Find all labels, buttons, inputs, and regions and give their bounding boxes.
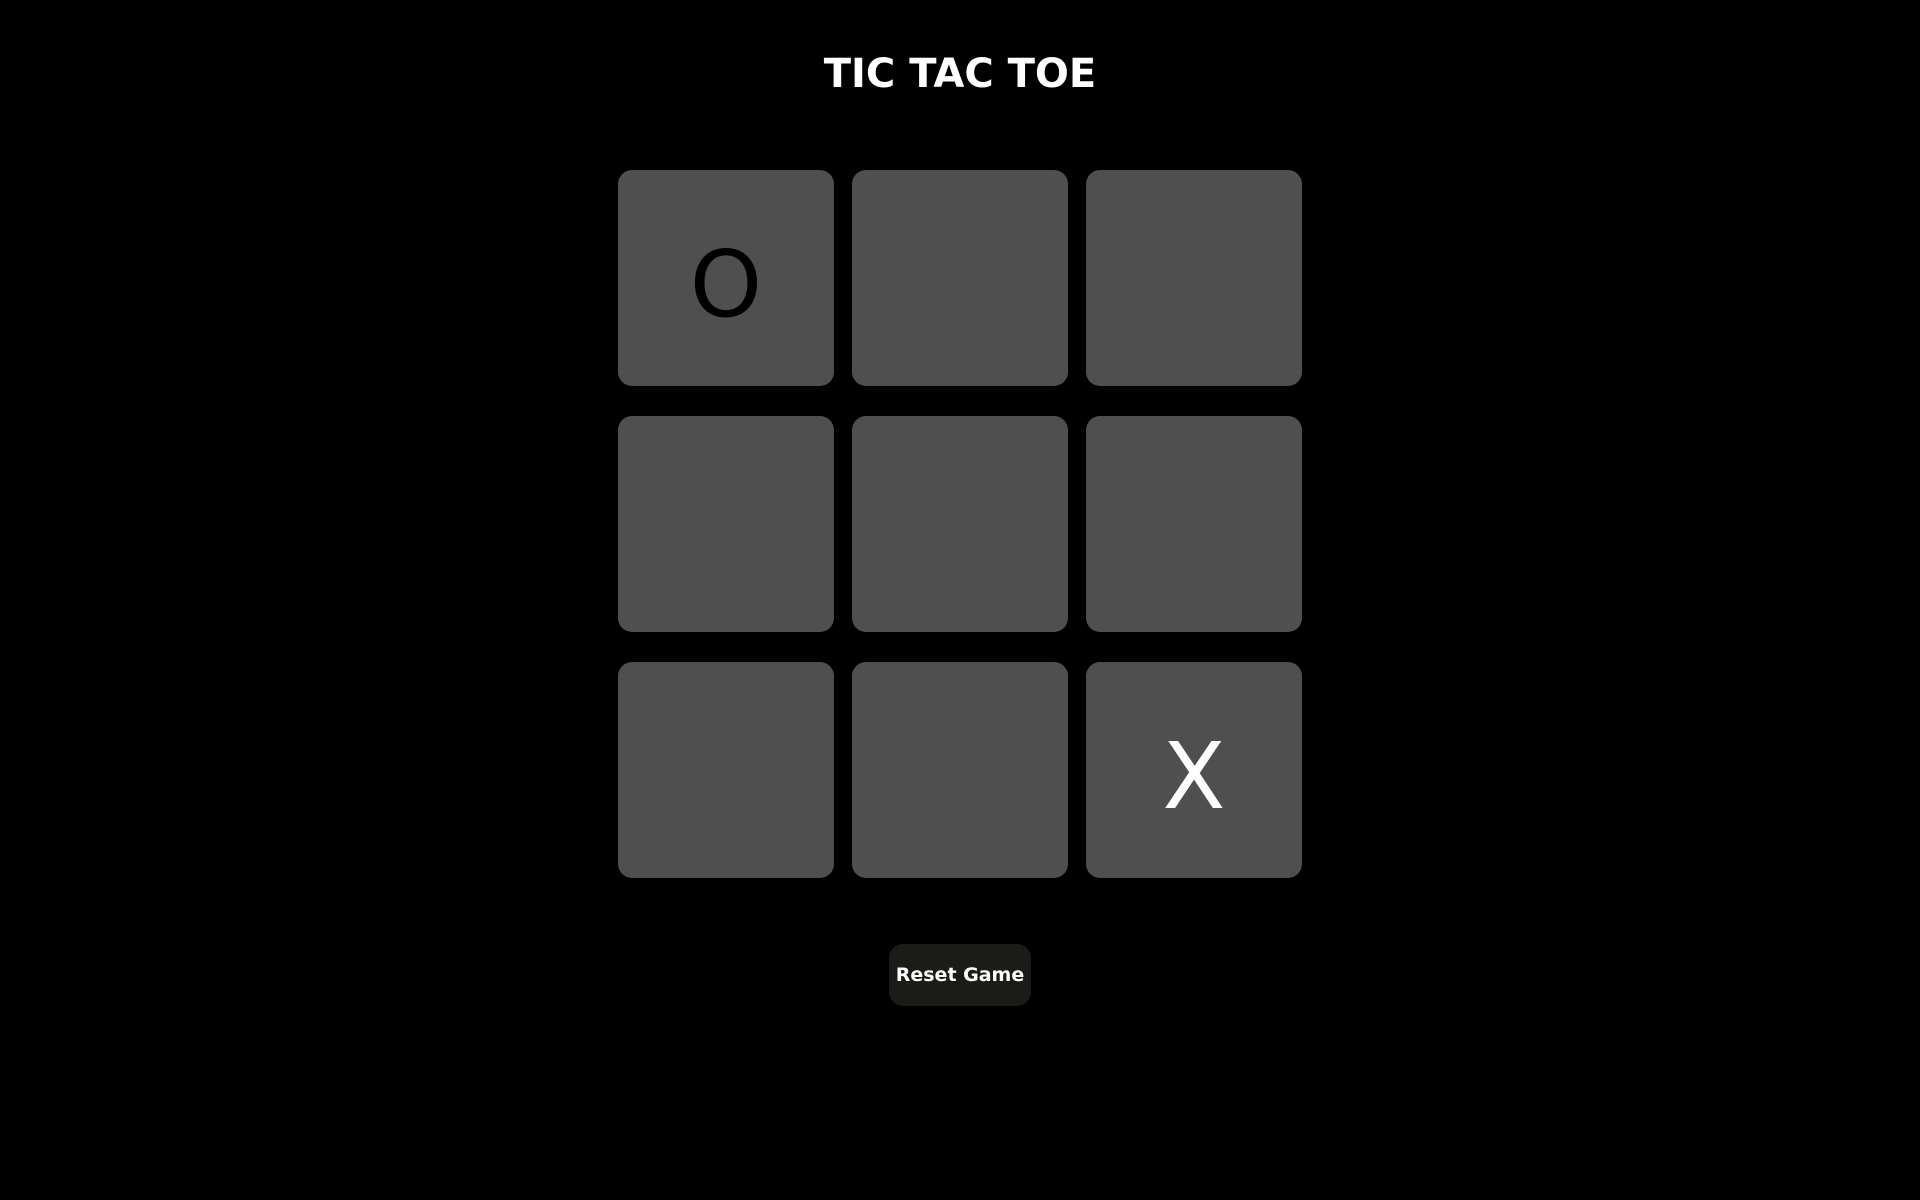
board-cell-9[interactable]: X [1086,662,1302,878]
board-cell-5[interactable] [852,416,1068,632]
board-cell-3[interactable] [1086,170,1302,386]
game-title: TIC TAC TOE [823,51,1097,97]
board-cell-6[interactable] [1086,416,1302,632]
board-cell-7[interactable] [618,662,834,878]
board-cell-8[interactable] [852,662,1068,878]
game-page: TIC TAC TOE O X Reset Game [0,0,1920,1200]
board-cell-4[interactable] [618,416,834,632]
game-board: O X [618,170,1302,878]
board-cell-2[interactable] [852,170,1068,386]
reset-game-button[interactable]: Reset Game [889,944,1031,1006]
board-cell-1[interactable]: O [618,170,834,386]
